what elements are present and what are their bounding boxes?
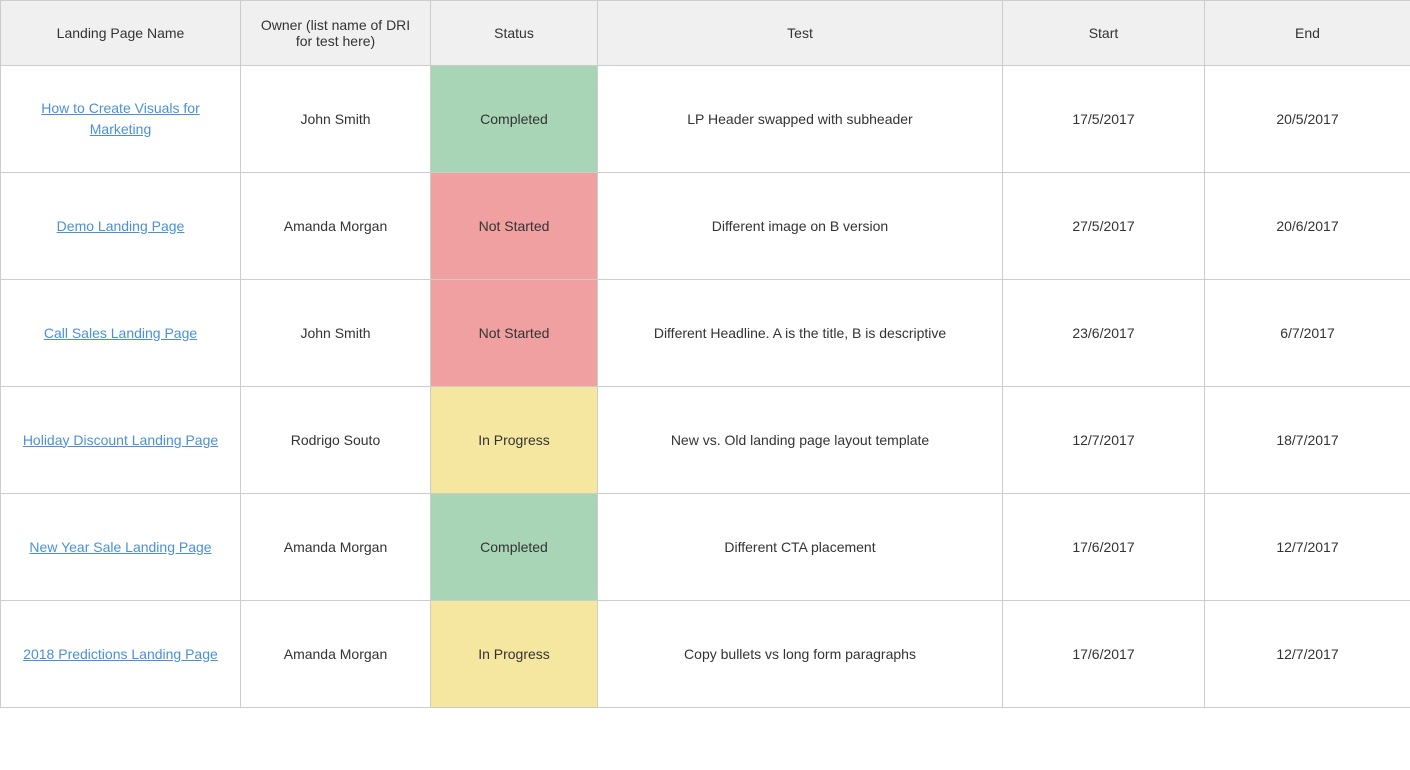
table-row: How to Create Visuals for Marketing John … <box>1 66 1410 173</box>
cell-status: Completed <box>431 66 598 173</box>
cell-start: 17/5/2017 <box>1003 66 1205 173</box>
status-badge: In Progress <box>431 387 597 493</box>
cell-test: Different Headline. A is the title, B is… <box>598 280 1003 387</box>
cell-test: New vs. Old landing page layout template <box>598 387 1003 494</box>
cell-landing-page-name: Demo Landing Page <box>1 173 241 280</box>
cell-end: 12/7/2017 <box>1205 601 1410 708</box>
table-row: New Year Sale Landing Page Amanda MorganC… <box>1 494 1410 601</box>
status-badge: Not Started <box>431 173 597 279</box>
cell-test: Copy bullets vs long form paragraphs <box>598 601 1003 708</box>
col-header-status: Status <box>431 1 598 66</box>
cell-status: Completed <box>431 494 598 601</box>
cell-end: 12/7/2017 <box>1205 494 1410 601</box>
cell-landing-page-name: Call Sales Landing Page <box>1 280 241 387</box>
cell-test: Different image on B version <box>598 173 1003 280</box>
cell-status: Not Started <box>431 280 598 387</box>
status-badge: Completed <box>431 494 597 600</box>
cell-status: In Progress <box>431 387 598 494</box>
cell-end: 20/5/2017 <box>1205 66 1410 173</box>
cell-end: 20/6/2017 <box>1205 173 1410 280</box>
col-header-owner: Owner (list name of DRI for test here) <box>241 1 431 66</box>
cell-status: In Progress <box>431 601 598 708</box>
cell-landing-page-name: New Year Sale Landing Page <box>1 494 241 601</box>
cell-owner: John Smith <box>241 280 431 387</box>
cell-owner: Amanda Morgan <box>241 173 431 280</box>
cell-start: 17/6/2017 <box>1003 494 1205 601</box>
cell-test: LP Header swapped with subheader <box>598 66 1003 173</box>
cell-owner: Amanda Morgan <box>241 494 431 601</box>
landing-page-link[interactable]: How to Create Visuals for Marketing <box>41 100 199 137</box>
cell-landing-page-name: 2018 Predictions Landing Page <box>1 601 241 708</box>
col-header-name: Landing Page Name <box>1 1 241 66</box>
cell-status: Not Started <box>431 173 598 280</box>
cell-end: 18/7/2017 <box>1205 387 1410 494</box>
cell-landing-page-name: Holiday Discount Landing Page <box>1 387 241 494</box>
table-row: Holiday Discount Landing Page Rodrigo Sou… <box>1 387 1410 494</box>
cell-start: 27/5/2017 <box>1003 173 1205 280</box>
table-row: Call Sales Landing Page John SmithNot Sta… <box>1 280 1410 387</box>
col-header-start: Start <box>1003 1 1205 66</box>
status-badge: Not Started <box>431 280 597 386</box>
landing-pages-table: Landing Page Name Owner (list name of DR… <box>0 0 1410 708</box>
table-container: Landing Page Name Owner (list name of DR… <box>0 0 1410 708</box>
landing-page-link[interactable]: Call Sales Landing Page <box>44 325 197 341</box>
cell-owner: John Smith <box>241 66 431 173</box>
cell-start: 23/6/2017 <box>1003 280 1205 387</box>
col-header-end: End <box>1205 1 1410 66</box>
cell-start: 12/7/2017 <box>1003 387 1205 494</box>
table-row: 2018 Predictions Landing Page Amanda Morg… <box>1 601 1410 708</box>
status-badge: Completed <box>431 66 597 172</box>
landing-page-link[interactable]: Holiday Discount Landing Page <box>23 432 218 448</box>
col-header-test: Test <box>598 1 1003 66</box>
cell-owner: Amanda Morgan <box>241 601 431 708</box>
cell-test: Different CTA placement <box>598 494 1003 601</box>
cell-landing-page-name: How to Create Visuals for Marketing <box>1 66 241 173</box>
status-badge: In Progress <box>431 601 597 707</box>
table-row: Demo Landing Page Amanda MorganNot Starte… <box>1 173 1410 280</box>
landing-page-link[interactable]: New Year Sale Landing Page <box>29 539 211 555</box>
table-header-row: Landing Page Name Owner (list name of DR… <box>1 1 1410 66</box>
cell-owner: Rodrigo Souto <box>241 387 431 494</box>
cell-start: 17/6/2017 <box>1003 601 1205 708</box>
landing-page-link[interactable]: 2018 Predictions Landing Page <box>23 646 218 662</box>
landing-page-link[interactable]: Demo Landing Page <box>57 218 185 234</box>
cell-end: 6/7/2017 <box>1205 280 1410 387</box>
